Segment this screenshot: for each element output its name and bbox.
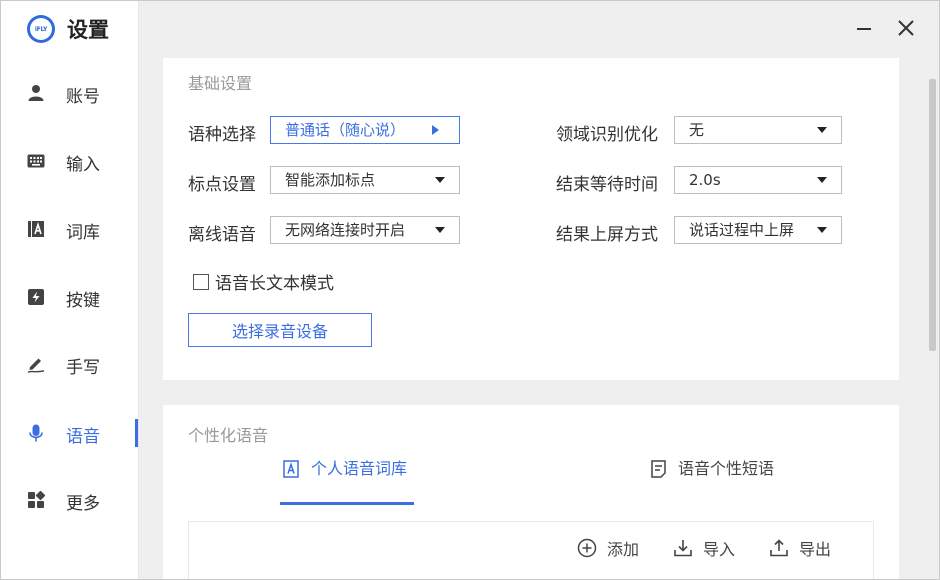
export-label: 导出	[799, 540, 832, 559]
minimize-icon	[857, 28, 871, 30]
sidebar-item-keys[interactable]: 按键	[1, 277, 138, 317]
chevron-down-icon	[435, 227, 445, 233]
long-text-checkbox[interactable]	[193, 273, 209, 290]
sidebar-item-voice[interactable]: 语音	[1, 413, 138, 453]
language-value: 普通话（随心说）	[285, 121, 406, 139]
output-mode-label: 结果上屏方式	[556, 225, 658, 245]
domain-label: 领域识别优化	[556, 125, 658, 145]
lightning-key-icon	[28, 289, 44, 305]
language-label: 语种选择	[188, 125, 256, 145]
sidebar-item-label: 词库	[66, 223, 100, 243]
dictionary-icon	[283, 460, 299, 478]
domain-value: 无	[689, 121, 705, 139]
section-title: 个性化语音	[188, 426, 269, 445]
tab-label: 语音个性短语	[678, 459, 775, 478]
sidebar-item-input[interactable]: 输入	[1, 141, 138, 181]
sidebar-item-account[interactable]: 账号	[1, 73, 138, 113]
close-icon	[898, 20, 914, 36]
punctuation-value: 智能添加标点	[285, 171, 376, 189]
export-icon	[770, 539, 788, 557]
section-title: 基础设置	[188, 74, 253, 93]
user-icon	[28, 85, 44, 101]
offline-label: 离线语音	[188, 225, 256, 245]
minimize-button[interactable]	[849, 13, 879, 43]
note-icon	[651, 460, 666, 478]
import-icon	[674, 540, 692, 557]
basic-settings-panel: 基础设置 语种选择 普通话（随心说） 标点设置 智能添加标点 离线语音 无网络连…	[163, 58, 899, 380]
chevron-down-icon	[435, 177, 445, 183]
import-button[interactable]: 导入	[673, 536, 735, 560]
microphone-icon	[29, 424, 43, 442]
sidebar-item-more[interactable]: 更多	[1, 480, 138, 520]
sidebar-item-dictionary[interactable]: 词库	[1, 209, 138, 249]
sidebar-item-label: 按键	[66, 291, 100, 311]
chevron-down-icon	[817, 227, 827, 233]
long-text-option[interactable]: 语音长文本模式	[193, 269, 334, 294]
tab-active-underline	[280, 502, 414, 505]
sidebar-item-label: 账号	[66, 87, 100, 107]
active-indicator	[135, 419, 138, 447]
sidebar-item-label: 输入	[66, 155, 100, 175]
offline-select[interactable]: 无网络连接时开启	[270, 216, 460, 244]
domain-select[interactable]: 无	[674, 116, 842, 144]
pen-icon	[27, 358, 45, 373]
play-icon	[432, 125, 439, 135]
wait-time-label: 结束等待时间	[556, 175, 658, 195]
output-mode-select[interactable]: 说话过程中上屏	[674, 216, 842, 244]
chevron-down-icon	[817, 127, 827, 133]
chevron-down-icon	[817, 177, 827, 183]
brand: iFLY 设置	[27, 13, 109, 45]
select-recording-device-button[interactable]: 选择录音设备	[188, 313, 372, 347]
offline-value: 无网络连接时开启	[285, 221, 406, 239]
phrase-list: 添加 导入 导出	[188, 521, 874, 579]
tab-label: 个人语音词库	[311, 459, 408, 478]
tab-personal-phrases[interactable]: 语音个性短语	[651, 459, 774, 507]
add-button[interactable]: 添加	[577, 536, 639, 560]
sidebar-item-handwriting[interactable]: 手写	[1, 344, 138, 384]
sidebar-item-label: 语音	[66, 427, 100, 447]
tab-personal-dictionary[interactable]: 个人语音词库	[283, 459, 407, 507]
sidebar-item-label: 手写	[66, 358, 100, 378]
wait-time-select[interactable]: 2.0s	[674, 166, 842, 194]
import-label: 导入	[703, 540, 736, 559]
sidebar: iFLY 设置 账号 输入 词库 按键 手写 语音 更多	[1, 1, 139, 579]
long-text-label: 语音长文本模式	[215, 274, 334, 294]
export-button[interactable]: 导出	[769, 536, 831, 560]
language-select[interactable]: 普通话（随心说）	[270, 116, 460, 144]
sidebar-item-label: 更多	[66, 494, 100, 514]
logo-text: iFLY	[30, 18, 52, 40]
punctuation-select[interactable]: 智能添加标点	[270, 166, 460, 194]
apps-grid-icon	[28, 491, 45, 508]
dictionary-icon	[28, 221, 44, 237]
wait-time-value: 2.0s	[689, 171, 721, 189]
personal-voice-panel: 个性化语音 个人语音词库 语音个性短语 添加 导入 导出	[163, 405, 899, 579]
add-label: 添加	[607, 540, 640, 559]
ifly-logo: iFLY	[27, 15, 55, 43]
output-mode-value: 说话过程中上屏	[689, 221, 795, 239]
scrollbar-thumb[interactable]	[929, 79, 936, 351]
plus-circle-icon	[577, 538, 597, 558]
close-button[interactable]	[891, 13, 921, 43]
keyboard-icon	[27, 154, 45, 168]
window-title: 设置	[67, 18, 109, 42]
settings-window: iFLY 设置 账号 输入 词库 按键 手写 语音 更多 基础设置 语种选择 普…	[0, 0, 940, 580]
punctuation-label: 标点设置	[188, 175, 256, 195]
